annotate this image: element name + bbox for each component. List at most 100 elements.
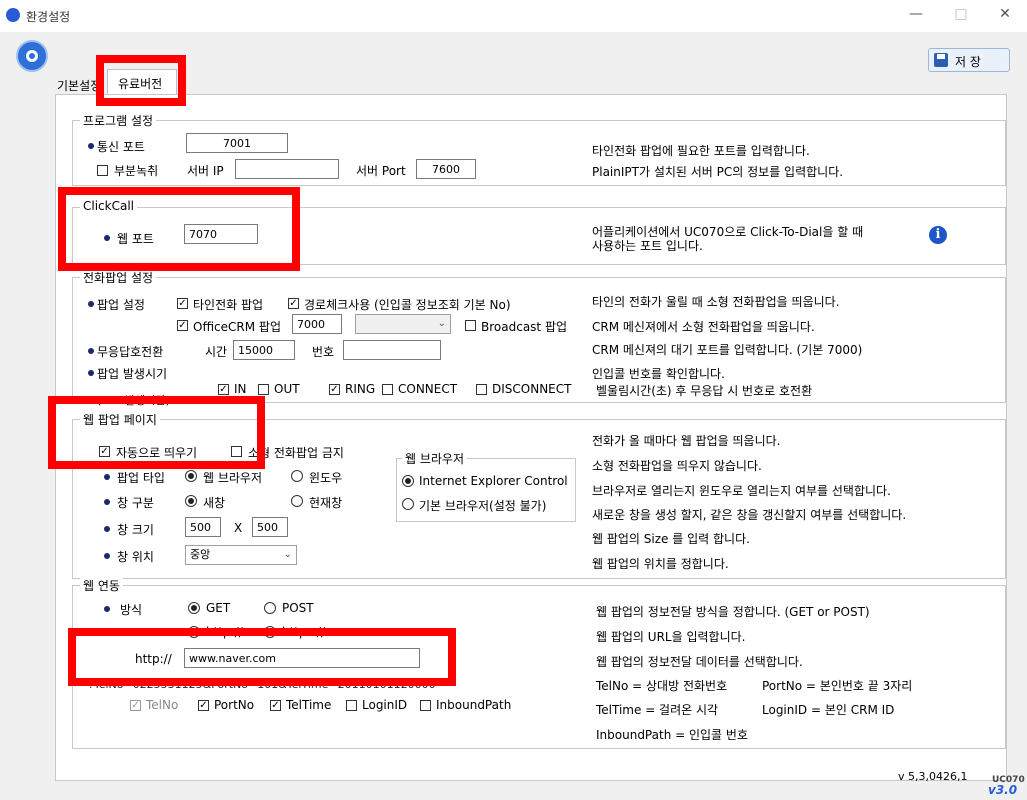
- post-label: POST: [282, 601, 314, 615]
- in-label: IN: [234, 382, 247, 396]
- ie-control-radio[interactable]: [402, 475, 414, 487]
- new-window-radio[interactable]: [185, 495, 197, 507]
- weblink-desc-2: 웹 팝업의 URL을 입력합니다.: [596, 630, 746, 644]
- program-desc-1: 타인전화 팝업에 필요한 포트를 입력합니다.: [592, 144, 810, 158]
- out-checkbox[interactable]: [258, 384, 269, 395]
- weblink-desc-1: 웹 팝업의 정보전달 방식을 정합니다. (GET or POST): [596, 605, 870, 619]
- inboundpath-checkbox[interactable]: [420, 700, 431, 711]
- route-check-checkbox[interactable]: ✓: [288, 298, 299, 309]
- app-icon: [6, 8, 20, 22]
- officecrm-popup-checkbox[interactable]: ✓: [177, 320, 188, 331]
- popup-desc-3: CRM 메신져의 대기 포트를 입력합니다. (기본 7000): [592, 343, 863, 357]
- current-window-radio[interactable]: [291, 495, 303, 507]
- width-input[interactable]: 500: [185, 517, 221, 537]
- clickcall-desc-2: 사용하는 포트 입니다.: [592, 239, 703, 253]
- bullet-icon: [104, 553, 110, 559]
- popup-type-label: 팝업 타입: [117, 471, 165, 485]
- server-port-input[interactable]: 7600: [416, 159, 476, 179]
- teltime-label: TelTime: [286, 698, 332, 712]
- webpopup-desc-3: 브라우저로 열리는지 윈도우로 열리는지 여부를 선택합니다.: [592, 484, 891, 498]
- no-answer-label: 무응답호전환: [97, 345, 164, 359]
- type-browser-radio[interactable]: [185, 470, 197, 482]
- webpopup-desc-1: 전화가 올 때마다 웹 팝업을 띄웁니다.: [592, 434, 781, 448]
- officecrm-dropdown[interactable]: ⌄: [355, 314, 451, 334]
- size-x-label: X: [234, 521, 243, 535]
- telno-checkbox[interactable]: ✓: [130, 700, 141, 711]
- window-pos-dropdown[interactable]: 중앙 ⌄: [185, 545, 297, 565]
- out-label: OUT: [274, 382, 300, 396]
- bullet-icon: [88, 348, 94, 354]
- in-checkbox[interactable]: ✓: [218, 384, 229, 395]
- tab-basic-settings[interactable]: 기본설정: [57, 77, 101, 94]
- maximize-button[interactable]: □: [946, 6, 976, 26]
- inbound-desc: InboundPath = 인입콜 번호: [596, 728, 748, 742]
- highlight-box-webpopup: [48, 396, 265, 469]
- bullet-icon: [88, 143, 94, 149]
- highlight-box-clickcall: [58, 187, 300, 271]
- method-label: 방식: [120, 603, 143, 617]
- partial-recording-checkbox[interactable]: [97, 165, 108, 176]
- inboundpath-label: InboundPath: [436, 698, 512, 712]
- window-pos-value: 중앙: [190, 548, 211, 561]
- disconnect-label: DISCONNECT: [492, 382, 572, 396]
- save-button[interactable]: 저 장: [928, 48, 1010, 72]
- window-type-label: 창 구분: [117, 496, 154, 510]
- webpopup-desc-6: 웹 팝업의 위치를 정합니다.: [592, 557, 729, 571]
- call-popup-legend: 전화팝업 설정: [80, 269, 157, 286]
- floppy-icon: [934, 53, 948, 67]
- type-window-radio[interactable]: [291, 470, 303, 482]
- time-label: 시간: [205, 345, 228, 359]
- browser-legend: 웹 브라우저: [402, 450, 468, 467]
- save-label: 저 장: [955, 55, 981, 69]
- popup-desc-1: 타인의 전화가 울릴 때 소형 전화팝업을 띄웁니다.: [592, 295, 840, 309]
- comm-port-input[interactable]: 7001: [186, 133, 288, 153]
- default-browser-label: 기본 브라우저(설정 불가): [419, 499, 547, 513]
- officecrm-port-input[interactable]: 7000: [292, 314, 342, 334]
- server-ip-input[interactable]: [235, 159, 339, 179]
- bullet-icon: [104, 474, 110, 480]
- get-radio[interactable]: [188, 602, 200, 614]
- other-call-popup-checkbox[interactable]: ✓: [177, 298, 188, 309]
- broadcast-popup-label: Broadcast 팝업: [481, 320, 568, 334]
- number-input[interactable]: [343, 340, 441, 360]
- current-window-label: 현재창: [309, 496, 343, 510]
- disconnect-checkbox[interactable]: [476, 384, 487, 395]
- server-ip-label: 서버 IP: [187, 164, 224, 178]
- window-size-label: 창 크기: [117, 523, 154, 537]
- popup-desc-4: 인입콜 번호를 확인합니다.: [592, 367, 725, 381]
- connect-label: CONNECT: [398, 382, 458, 396]
- webpopup-desc-5: 웹 팝업의 Size 를 입력 합니다.: [592, 532, 750, 546]
- ring-checkbox[interactable]: ✓: [329, 384, 340, 395]
- other-call-popup-label: 타인전화 팝업: [193, 298, 264, 312]
- info-icon[interactable]: i: [929, 226, 947, 244]
- number-label: 번호: [312, 345, 335, 359]
- highlight-box-tab: [96, 55, 186, 106]
- ring-label: RING: [345, 382, 376, 396]
- version-label: v 5,3,0426,1: [898, 770, 968, 783]
- new-window-label: 새창: [203, 496, 226, 510]
- get-label: GET: [206, 601, 231, 615]
- height-input[interactable]: 500: [252, 517, 288, 537]
- default-browser-radio[interactable]: [402, 498, 414, 510]
- bullet-icon: [88, 301, 94, 307]
- popup-setting-label: 팝업 설정: [97, 298, 145, 312]
- settings-window: 환경설정 — □ ✕ 저 장 기본설정 유료버전 프로그램 설정 통신 포트 7…: [0, 0, 1027, 800]
- brand-logo-version: v3.0: [988, 783, 1018, 797]
- portno-checkbox[interactable]: ✓: [198, 700, 209, 711]
- server-port-label: 서버 Port: [356, 164, 406, 178]
- gear-icon: [16, 40, 48, 72]
- chevron-down-icon: ⌄: [283, 549, 292, 560]
- teltime-checkbox[interactable]: ✓: [270, 700, 281, 711]
- loginid-checkbox[interactable]: [346, 700, 357, 711]
- close-button[interactable]: ✕: [990, 6, 1020, 26]
- connect-checkbox[interactable]: [382, 384, 393, 395]
- bullet-icon: [104, 499, 110, 505]
- post-radio[interactable]: [264, 602, 276, 614]
- time-input[interactable]: 15000: [233, 340, 295, 360]
- bullet-icon: [104, 606, 110, 612]
- chevron-down-icon: ⌄: [437, 318, 446, 329]
- minimize-button[interactable]: —: [901, 6, 931, 26]
- web-link-legend: 웹 연동: [80, 577, 123, 594]
- broadcast-popup-checkbox[interactable]: [465, 320, 476, 331]
- type-window-label: 윈도우: [309, 471, 343, 485]
